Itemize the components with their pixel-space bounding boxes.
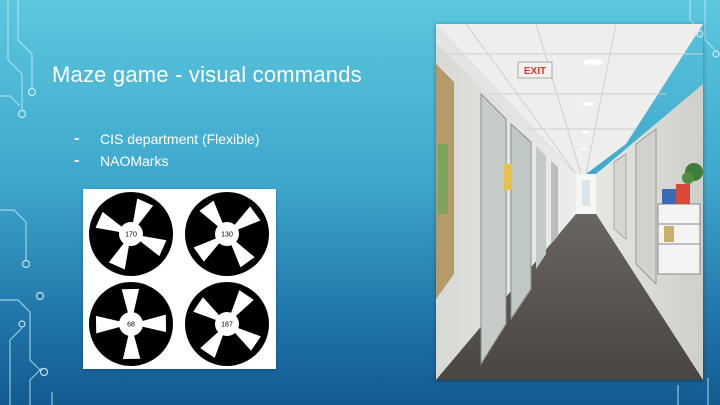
naomark-4: 187	[185, 282, 269, 366]
bullet-marker: -	[74, 130, 80, 147]
naomarks-graphic: 170 130 68 187	[89, 192, 269, 366]
naomark-label: 68	[127, 322, 135, 329]
naomark-3: 68	[89, 282, 173, 366]
hallway-photo: EXIT	[436, 24, 703, 380]
naomark-1: 170	[89, 192, 173, 276]
slide-title: Maze game - visual commands	[52, 62, 362, 87]
bullet-text-cis: CIS department (Flexible)	[100, 131, 260, 147]
bullet-item-naomarks: - NAOMarks	[74, 150, 260, 172]
naomark-label: 130	[221, 232, 233, 239]
bullet-item-cis: - CIS department (Flexible)	[74, 128, 260, 150]
bullet-marker: -	[74, 152, 80, 169]
hallway-illustration: EXIT	[436, 24, 703, 380]
bullet-text-naomarks: NAOMarks	[100, 153, 169, 169]
bullet-list: - CIS department (Flexible) - NAOMarks	[74, 128, 260, 172]
naomark-label: 170	[125, 232, 137, 239]
naomark-2: 130	[185, 192, 269, 276]
exit-sign-text: EXIT	[524, 66, 546, 77]
naomark-label: 187	[221, 322, 233, 329]
naomarks-image: 170 130 68 187	[83, 189, 276, 369]
